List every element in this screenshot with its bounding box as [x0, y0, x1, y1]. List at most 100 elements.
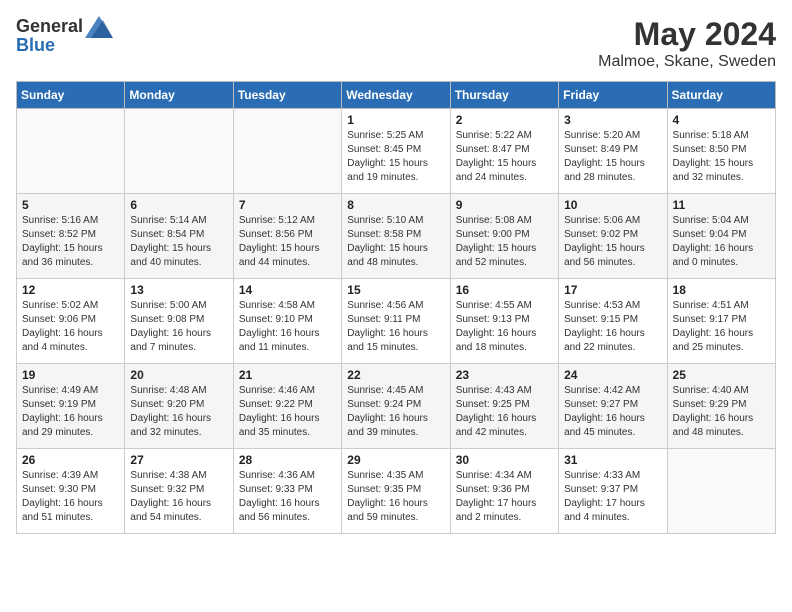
calendar-cell: 15Sunrise: 4:56 AM Sunset: 9:11 PM Dayli… — [342, 279, 450, 364]
calendar-cell — [233, 109, 341, 194]
day-number: 7 — [239, 198, 336, 212]
day-number: 4 — [673, 113, 770, 127]
day-info: Sunrise: 4:46 AM Sunset: 9:22 PM Dayligh… — [239, 384, 336, 440]
calendar-week-row: 12 Sunrise: 5:02 AM Sunset: 9:06 PM Dayli… — [17, 279, 776, 364]
day-info: Sunrise: 5:22 AM Sunset: 8:47 PM Dayligh… — [456, 129, 553, 185]
day-info: Sunrise: 5:06 AM Sunset: 9:02 PM Dayligh… — [564, 214, 661, 270]
day-number: 1 — [347, 113, 444, 127]
day-info: Sunrise: 4:39 AM Sunset: 9:30 PM Dayligh… — [22, 469, 119, 525]
day-number: 19 — [22, 368, 119, 382]
calendar-cell: 24Sunrise: 4:42 AM Sunset: 9:27 PM Dayli… — [559, 364, 667, 449]
calendar-cell: 13 Sunrise: 5:00 AM Sunset: 9:08 PM Dayli… — [125, 279, 233, 364]
weekday-header-row: SundayMondayTuesdayWednesdayThursdayFrid… — [17, 82, 776, 109]
day-info: Sunrise: 4:43 AM Sunset: 9:25 PM Dayligh… — [456, 384, 553, 440]
day-number: 5 — [22, 198, 119, 212]
weekday-header: Sunday — [17, 82, 125, 109]
weekday-header: Wednesday — [342, 82, 450, 109]
calendar-week-row: 5 Sunrise: 5:16 AM Sunset: 8:52 PM Daylig… — [17, 194, 776, 279]
calendar-cell: 31 Sunrise: 4:33 AM Sunset: 9:37 PM Dayli… — [559, 449, 667, 534]
calendar-cell: 26Sunrise: 4:39 AM Sunset: 9:30 PM Dayli… — [17, 449, 125, 534]
day-number: 6 — [130, 198, 227, 212]
calendar-cell — [17, 109, 125, 194]
day-info: Sunrise: 5:25 AM Sunset: 8:45 PM Dayligh… — [347, 129, 444, 185]
logo-general: General — [16, 17, 83, 37]
month-title: May 2024 — [598, 16, 776, 53]
day-number: 8 — [347, 198, 444, 212]
day-info: Sunrise: 4:33 AM Sunset: 9:37 PM Dayligh… — [564, 469, 661, 525]
day-info: Sunrise: 5:20 AM Sunset: 8:49 PM Dayligh… — [564, 129, 661, 185]
calendar-cell — [667, 449, 775, 534]
calendar-cell: 25Sunrise: 4:40 AM Sunset: 9:29 PM Dayli… — [667, 364, 775, 449]
calendar-week-row: 26Sunrise: 4:39 AM Sunset: 9:30 PM Dayli… — [17, 449, 776, 534]
day-info: Sunrise: 4:36 AM Sunset: 9:33 PM Dayligh… — [239, 469, 336, 525]
day-number: 12 — [22, 283, 119, 297]
day-number: 24 — [564, 368, 661, 382]
day-number: 31 — [564, 453, 661, 467]
location-title: Malmoe, Skane, Sweden — [598, 53, 776, 71]
calendar-cell: 6 Sunrise: 5:14 AM Sunset: 8:54 PM Daylig… — [125, 194, 233, 279]
calendar-cell: 28 Sunrise: 4:36 AM Sunset: 9:33 PM Dayli… — [233, 449, 341, 534]
calendar-cell — [125, 109, 233, 194]
day-number: 23 — [456, 368, 553, 382]
calendar-cell: 17 Sunrise: 4:53 AM Sunset: 9:15 PM Dayli… — [559, 279, 667, 364]
calendar-table: SundayMondayTuesdayWednesdayThursdayFrid… — [16, 81, 776, 534]
day-info: Sunrise: 5:18 AM Sunset: 8:50 PM Dayligh… — [673, 129, 770, 185]
day-info: Sunrise: 5:02 AM Sunset: 9:06 PM Dayligh… — [22, 299, 119, 355]
calendar-cell: 20 Sunrise: 4:48 AM Sunset: 9:20 PM Dayli… — [125, 364, 233, 449]
day-info: Sunrise: 4:38 AM Sunset: 9:32 PM Dayligh… — [130, 469, 227, 525]
title-block: May 2024 Malmoe, Skane, Sweden — [598, 16, 776, 71]
day-info: Sunrise: 4:56 AM Sunset: 9:11 PM Dayligh… — [347, 299, 444, 355]
weekday-header: Tuesday — [233, 82, 341, 109]
calendar-cell: 19Sunrise: 4:49 AM Sunset: 9:19 PM Dayli… — [17, 364, 125, 449]
calendar-cell: 27 Sunrise: 4:38 AM Sunset: 9:32 PM Dayli… — [125, 449, 233, 534]
day-number: 27 — [130, 453, 227, 467]
calendar-cell: 8Sunrise: 5:10 AM Sunset: 8:58 PM Daylig… — [342, 194, 450, 279]
day-info: Sunrise: 5:00 AM Sunset: 9:08 PM Dayligh… — [130, 299, 227, 355]
logo-blue: Blue — [16, 36, 111, 56]
day-number: 21 — [239, 368, 336, 382]
weekday-header: Saturday — [667, 82, 775, 109]
calendar-cell: 5 Sunrise: 5:16 AM Sunset: 8:52 PM Daylig… — [17, 194, 125, 279]
day-info: Sunrise: 5:16 AM Sunset: 8:52 PM Dayligh… — [22, 214, 119, 270]
day-number: 28 — [239, 453, 336, 467]
day-info: Sunrise: 4:48 AM Sunset: 9:20 PM Dayligh… — [130, 384, 227, 440]
logo: General Blue — [16, 16, 111, 56]
calendar-cell: 29Sunrise: 4:35 AM Sunset: 9:35 PM Dayli… — [342, 449, 450, 534]
day-number: 13 — [130, 283, 227, 297]
weekday-header: Thursday — [450, 82, 558, 109]
day-number: 30 — [456, 453, 553, 467]
calendar-cell: 23 Sunrise: 4:43 AM Sunset: 9:25 PM Dayli… — [450, 364, 558, 449]
weekday-header: Monday — [125, 82, 233, 109]
calendar-cell: 3Sunrise: 5:20 AM Sunset: 8:49 PM Daylig… — [559, 109, 667, 194]
day-info: Sunrise: 4:40 AM Sunset: 9:29 PM Dayligh… — [673, 384, 770, 440]
day-info: Sunrise: 4:51 AM Sunset: 9:17 PM Dayligh… — [673, 299, 770, 355]
day-number: 14 — [239, 283, 336, 297]
day-info: Sunrise: 5:04 AM Sunset: 9:04 PM Dayligh… — [673, 214, 770, 270]
calendar-header: SundayMondayTuesdayWednesdayThursdayFrid… — [17, 82, 776, 109]
day-info: Sunrise: 4:55 AM Sunset: 9:13 PM Dayligh… — [456, 299, 553, 355]
day-info: Sunrise: 4:53 AM Sunset: 9:15 PM Dayligh… — [564, 299, 661, 355]
calendar-cell: 2Sunrise: 5:22 AM Sunset: 8:47 PM Daylig… — [450, 109, 558, 194]
calendar-cell: 16 Sunrise: 4:55 AM Sunset: 9:13 PM Dayli… — [450, 279, 558, 364]
calendar-cell: 14Sunrise: 4:58 AM Sunset: 9:10 PM Dayli… — [233, 279, 341, 364]
day-number: 20 — [130, 368, 227, 382]
day-number: 18 — [673, 283, 770, 297]
calendar-cell: 18 Sunrise: 4:51 AM Sunset: 9:17 PM Dayli… — [667, 279, 775, 364]
day-number: 22 — [347, 368, 444, 382]
calendar-cell: 4 Sunrise: 5:18 AM Sunset: 8:50 PM Daylig… — [667, 109, 775, 194]
calendar-cell: 10Sunrise: 5:06 AM Sunset: 9:02 PM Dayli… — [559, 194, 667, 279]
calendar-cell: 1 Sunrise: 5:25 AM Sunset: 8:45 PM Daylig… — [342, 109, 450, 194]
day-info: Sunrise: 5:12 AM Sunset: 8:56 PM Dayligh… — [239, 214, 336, 270]
weekday-header: Friday — [559, 82, 667, 109]
calendar-week-row: 19Sunrise: 4:49 AM Sunset: 9:19 PM Dayli… — [17, 364, 776, 449]
day-number: 17 — [564, 283, 661, 297]
calendar-cell: 22Sunrise: 4:45 AM Sunset: 9:24 PM Dayli… — [342, 364, 450, 449]
day-number: 16 — [456, 283, 553, 297]
day-number: 11 — [673, 198, 770, 212]
calendar-cell: 12 Sunrise: 5:02 AM Sunset: 9:06 PM Dayli… — [17, 279, 125, 364]
calendar-week-row: 1 Sunrise: 5:25 AM Sunset: 8:45 PM Daylig… — [17, 109, 776, 194]
calendar-cell: 11 Sunrise: 5:04 AM Sunset: 9:04 PM Dayli… — [667, 194, 775, 279]
calendar-cell: 30Sunrise: 4:34 AM Sunset: 9:36 PM Dayli… — [450, 449, 558, 534]
day-number: 29 — [347, 453, 444, 467]
day-info: Sunrise: 5:14 AM Sunset: 8:54 PM Dayligh… — [130, 214, 227, 270]
